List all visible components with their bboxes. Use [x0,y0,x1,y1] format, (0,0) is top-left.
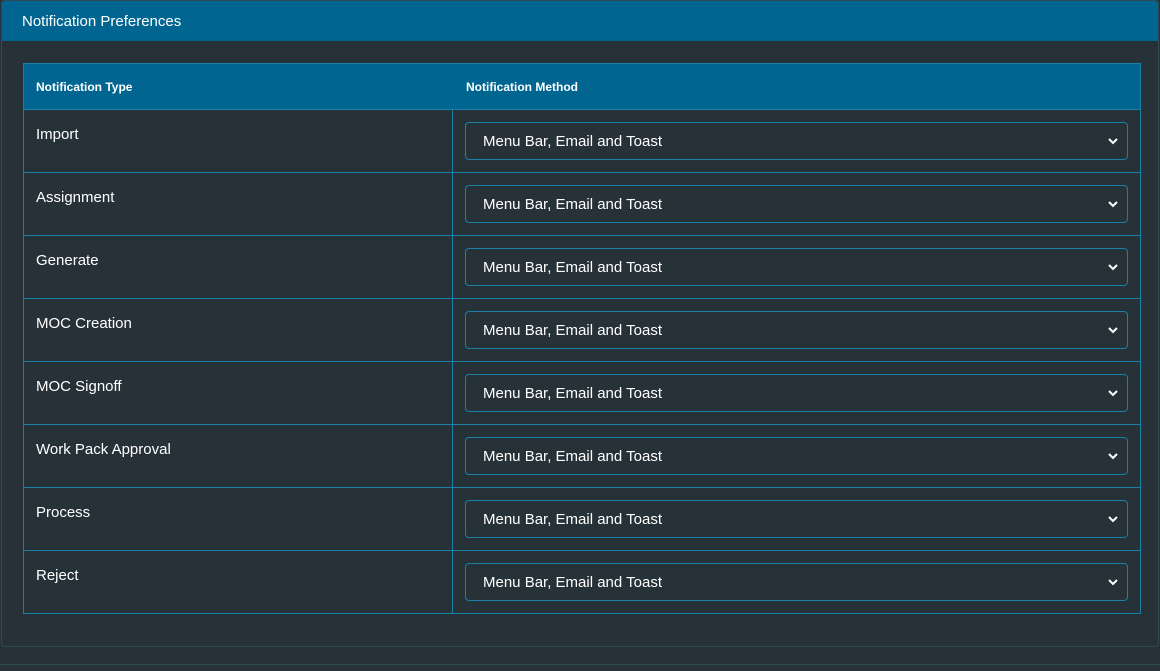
chevron-down-icon [1107,513,1119,525]
notification-type-cell: Generate [24,236,453,298]
column-header-notification-method: Notification Method [466,79,578,94]
notification-method-select[interactable]: Menu Bar, Email and Toast [465,374,1128,412]
notification-method-select[interactable]: Menu Bar, Email and Toast [465,437,1128,475]
notification-preferences-panel: Notification Preferences Notification Ty… [1,0,1159,647]
notification-method-cell: Menu Bar, Email and Toast [453,110,1140,172]
notification-type-cell: MOC Creation [24,299,453,361]
table-row: MOC Signoff Menu Bar, Email and Toast [24,361,1140,424]
notification-table: Notification Type Notification Method Im… [23,63,1141,614]
notification-type-cell: Work Pack Approval [24,425,453,487]
notification-method-select[interactable]: Menu Bar, Email and Toast [465,500,1128,538]
notification-method-cell: Menu Bar, Email and Toast [453,236,1140,298]
table-row: Process Menu Bar, Email and Toast [24,487,1140,550]
chevron-down-icon [1107,324,1119,336]
chevron-down-icon [1107,261,1119,273]
notification-method-cell: Menu Bar, Email and Toast [453,551,1140,613]
select-value: Menu Bar, Email and Toast [483,573,662,591]
notification-type-cell: MOC Signoff [24,362,453,424]
table-row: Assignment Menu Bar, Email and Toast [24,172,1140,235]
chevron-down-icon [1107,135,1119,147]
notification-type-cell: Reject [24,551,453,613]
select-value: Menu Bar, Email and Toast [483,258,662,276]
panel-header: Notification Preferences [2,1,1158,41]
select-value: Menu Bar, Email and Toast [483,510,662,528]
notification-type-cell: Import [24,110,453,172]
table-row: Generate Menu Bar, Email and Toast [24,235,1140,298]
notification-method-select[interactable]: Menu Bar, Email and Toast [465,122,1128,160]
chevron-down-icon [1107,198,1119,210]
table-row: Work Pack Approval Menu Bar, Email and T… [24,424,1140,487]
notification-method-cell: Menu Bar, Email and Toast [453,362,1140,424]
select-value: Menu Bar, Email and Toast [483,321,662,339]
notification-method-cell: Menu Bar, Email and Toast [453,488,1140,550]
notification-method-cell: Menu Bar, Email and Toast [453,425,1140,487]
select-value: Menu Bar, Email and Toast [483,132,662,150]
chevron-down-icon [1107,387,1119,399]
table-row: Reject Menu Bar, Email and Toast [24,550,1140,613]
table-row: MOC Creation Menu Bar, Email and Toast [24,298,1140,361]
notification-type-cell: Process [24,488,453,550]
table-row: Import Menu Bar, Email and Toast [24,109,1140,172]
column-header-notification-type: Notification Type [36,79,133,94]
select-value: Menu Bar, Email and Toast [483,195,662,213]
notification-method-select[interactable]: Menu Bar, Email and Toast [465,185,1128,223]
panel-title: Notification Preferences [22,12,182,30]
notification-method-select[interactable]: Menu Bar, Email and Toast [465,248,1128,286]
table-header: Notification Type Notification Method [24,64,1140,109]
notification-method-cell: Menu Bar, Email and Toast [453,173,1140,235]
select-value: Menu Bar, Email and Toast [483,384,662,402]
notification-method-select[interactable]: Menu Bar, Email and Toast [465,311,1128,349]
notification-type-cell: Assignment [24,173,453,235]
chevron-down-icon [1107,576,1119,588]
notification-method-cell: Menu Bar, Email and Toast [453,299,1140,361]
notification-method-select[interactable]: Menu Bar, Email and Toast [465,563,1128,601]
chevron-down-icon [1107,450,1119,462]
select-value: Menu Bar, Email and Toast [483,447,662,465]
